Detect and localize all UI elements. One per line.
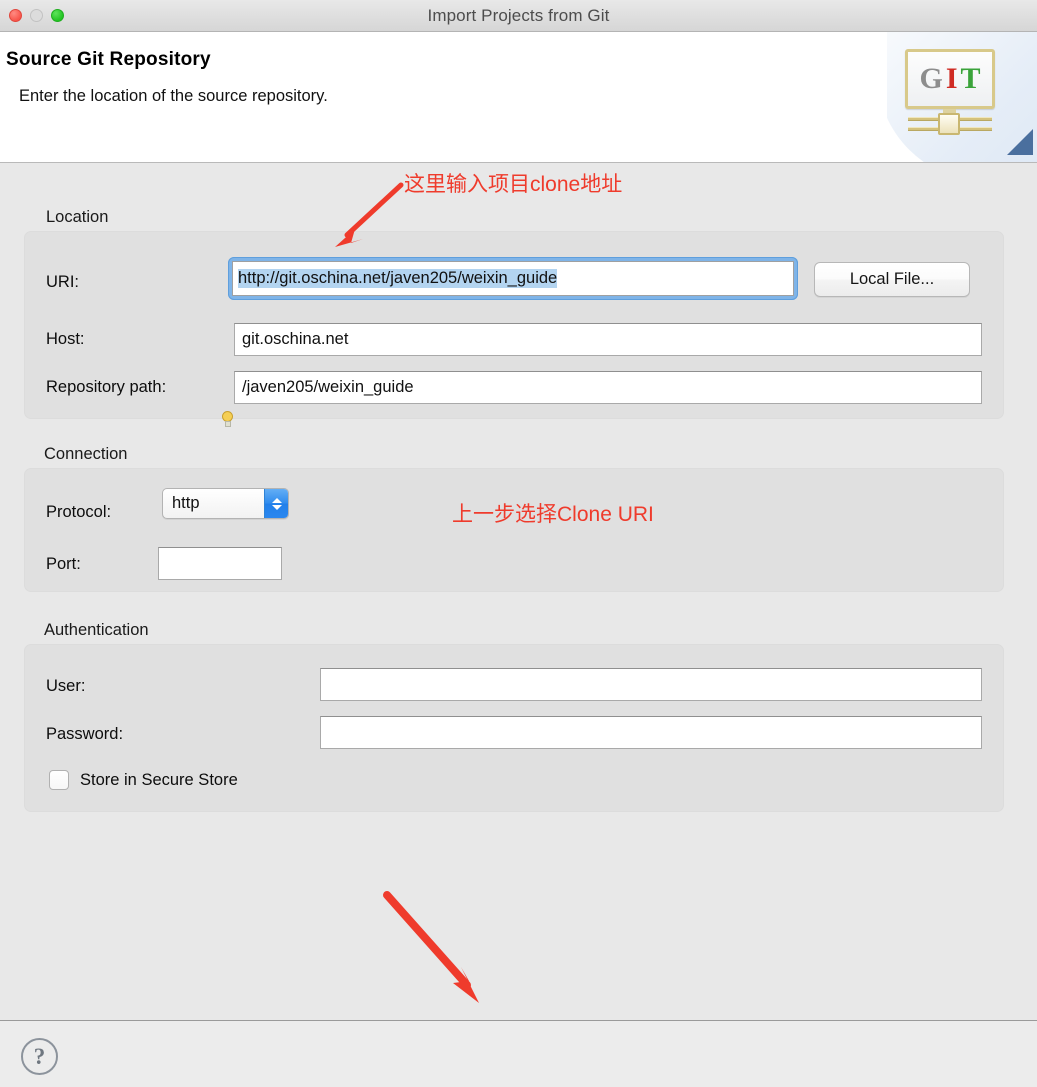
page-title: Source Git Repository <box>6 49 211 70</box>
git-logo-node <box>938 113 960 135</box>
banner-decoration: G I T <box>887 32 1037 162</box>
page-subtitle: Enter the location of the source reposit… <box>19 87 328 105</box>
close-window-button[interactable] <box>9 9 22 22</box>
host-input-value: git.oschina.net <box>242 330 349 348</box>
store-in-secure-store-label: Store in Secure Store <box>80 771 238 789</box>
annotation-protocol-text: 上一步选择Clone URI <box>452 503 654 526</box>
annotation-uri-text: 这里输入项目clone地址 <box>404 173 623 196</box>
git-logo-letter-i: I <box>945 62 958 95</box>
repository-path-label: Repository path: <box>46 378 167 396</box>
port-label: Port: <box>46 555 81 573</box>
host-input[interactable]: git.oschina.net <box>234 323 982 356</box>
user-input[interactable] <box>320 668 982 701</box>
uri-input-value: http://git.oschina.net/javen205/weixin_g… <box>238 269 558 288</box>
git-logo-letter-g: G <box>919 62 943 95</box>
content-assist-bulb-icon <box>221 411 235 430</box>
minimize-window-button[interactable] <box>30 9 43 22</box>
wizard-banner: G I T Source Git Repository Enter the lo… <box>0 32 1037 163</box>
user-label: User: <box>46 677 86 695</box>
import-projects-from-git-window: Import Projects from Git G I T Source Gi… <box>0 0 1037 1087</box>
password-label: Password: <box>46 725 124 743</box>
window-controls <box>9 0 64 31</box>
annotation-next-arrow <box>383 891 479 1003</box>
password-input[interactable] <box>320 716 982 749</box>
port-input[interactable] <box>158 547 282 580</box>
protocol-select[interactable]: http <box>162 488 289 519</box>
host-label: Host: <box>46 330 85 348</box>
git-logo-icon: G I T <box>905 49 997 137</box>
repository-path-input-value: /javen205/weixin_guide <box>242 378 414 396</box>
protocol-select-value: http <box>172 494 200 512</box>
wizard-body: Location URI: http://git.oschina.net/jav… <box>0 163 1037 1021</box>
help-icon[interactable]: ? <box>21 1038 58 1075</box>
uri-label: URI: <box>46 273 79 291</box>
title-bar: Import Projects from Git <box>0 0 1037 32</box>
window-title: Import Projects from Git <box>427 5 610 25</box>
location-group-label: Location <box>46 208 109 226</box>
protocol-select-stepper-icon[interactable] <box>264 489 288 518</box>
git-logo-plate: G I T <box>905 49 995 109</box>
protocol-label: Protocol: <box>46 503 112 521</box>
authentication-group-label: Authentication <box>44 621 149 639</box>
local-file-button[interactable]: Local File... <box>814 262 970 297</box>
repository-path-input[interactable]: /javen205/weixin_guide <box>234 371 982 404</box>
maximize-window-button[interactable] <box>51 9 64 22</box>
store-in-secure-store-checkbox[interactable] <box>49 770 69 790</box>
wizard-footer: ? < Back Next > Cancel Finish <box>0 1021 1037 1085</box>
banner-corner-triangle <box>1007 129 1033 155</box>
git-logo-letter-t: T <box>960 62 981 95</box>
connection-group-label: Connection <box>44 445 128 463</box>
uri-input[interactable]: http://git.oschina.net/javen205/weixin_g… <box>228 257 798 300</box>
